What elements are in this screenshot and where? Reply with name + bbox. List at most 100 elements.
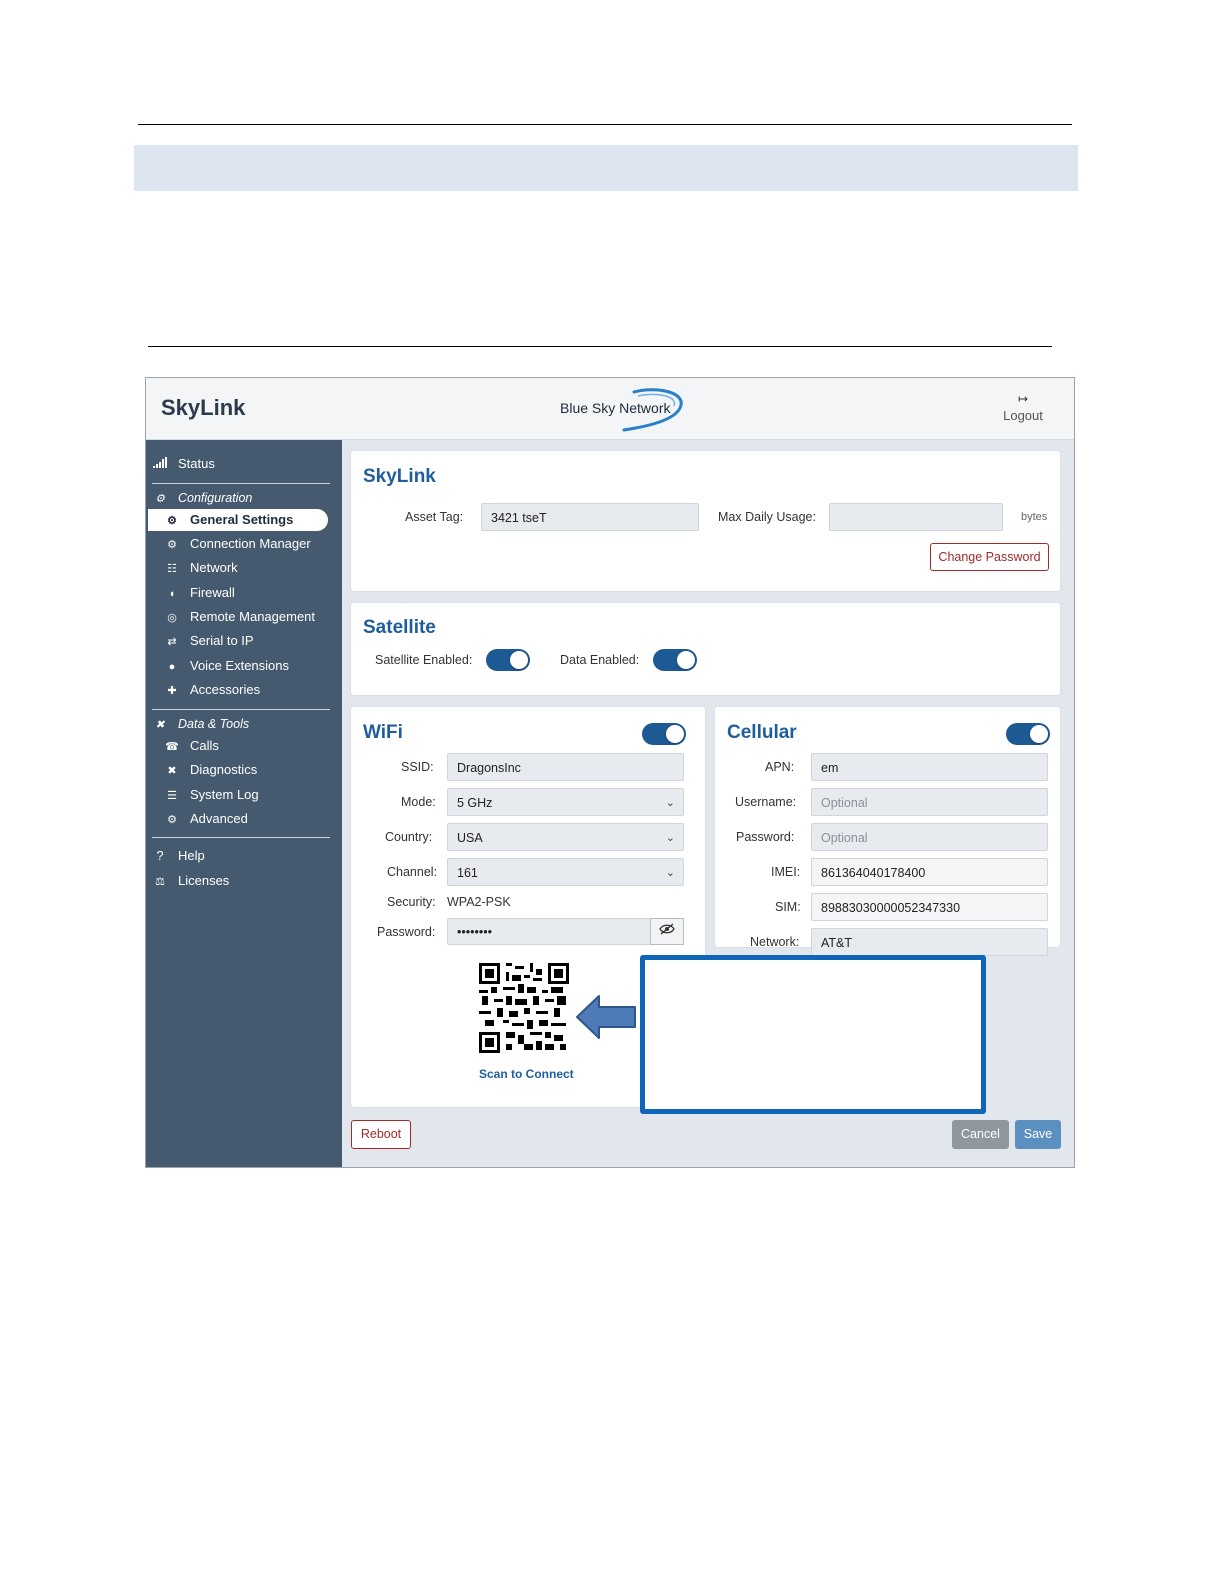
mode-value: 5 GHz (457, 796, 493, 810)
satellite-enabled-label: Satellite Enabled: (375, 653, 473, 667)
ssid-input[interactable]: DragonsInc (447, 753, 684, 781)
top-rule (138, 124, 1072, 125)
top-bar: SkyLink Blue Sky Network ↦ Logout (146, 378, 1074, 440)
qr-caption: Scan to Connect (479, 1067, 574, 1081)
country-select[interactable]: USA ⌄ (447, 823, 684, 851)
apn-label: APN: (765, 760, 795, 774)
sidebar-item-system-log[interactable]: ☰ System Log (164, 784, 259, 806)
card-title: Cellular (727, 722, 797, 743)
sidebar-item-firewall[interactable]: ◖ Firewall (164, 582, 235, 604)
security-value: WPA2-PSK (447, 895, 511, 909)
sidebar-label: Advanced (190, 811, 248, 826)
apn-input[interactable]: em (811, 753, 1048, 781)
sidebar-label: Calls (190, 738, 219, 753)
data-enabled-label: Data Enabled: (560, 653, 640, 667)
network-input[interactable]: AT&T (811, 928, 1048, 956)
save-button[interactable]: Save (1015, 1120, 1061, 1149)
scale-icon: ⚖ (155, 876, 165, 888)
mode-label: Mode: (401, 795, 436, 809)
sidebar-item-remote-management[interactable]: ◎ Remote Management (164, 606, 315, 628)
wifi-password-input[interactable]: •••••••• (447, 918, 651, 945)
sidebar-label: Serial to IP (190, 633, 254, 648)
cellular-enabled-toggle[interactable] (1006, 723, 1050, 745)
sidebar-label: Firewall (190, 585, 235, 600)
change-password-button[interactable]: Change Password (930, 543, 1049, 571)
username-input[interactable]: Optional (811, 788, 1048, 816)
sidebar-item-connection-manager[interactable]: ⚙ Connection Manager (164, 533, 311, 555)
sidebar: Status ⚙ Configuration ⚙ General Settings … (146, 440, 342, 1167)
username-label: Username: (735, 795, 797, 809)
sidebar-label: Network (190, 560, 238, 575)
globe-icon: ◎ (167, 612, 177, 624)
sidebar-item-calls[interactable]: ☎ Calls (164, 735, 219, 757)
sidebar-item-accessories[interactable]: ✚ Accessories (164, 679, 260, 701)
country-value: USA (457, 831, 483, 845)
asset-tag-input[interactable]: 3421 tseT (481, 503, 699, 531)
cellular-card: Cellular APN: em Username: Optional Pass… (715, 707, 1060, 956)
shield-icon: ◖ (168, 588, 176, 600)
country-label: Country: (385, 830, 433, 844)
satellite-enabled-toggle[interactable] (486, 649, 530, 671)
sidebar-divider (152, 483, 330, 484)
sidebar-item-licenses[interactable]: ⚖ Licenses (152, 870, 229, 892)
asset-tag-label: Asset Tag: (405, 510, 464, 524)
eye-slash-icon[interactable] (650, 918, 684, 945)
logout-button[interactable]: ↦ Logout (998, 392, 1048, 423)
chevron-down-icon: ⌄ (665, 832, 675, 844)
card-title: WiFi (363, 722, 403, 743)
ssid-label: SSID: (401, 760, 434, 774)
logout-icon: ↦ (1017, 392, 1029, 406)
channel-select[interactable]: 161 ⌄ (447, 858, 684, 886)
list-icon: ☰ (167, 790, 177, 802)
channel-value: 161 (457, 866, 478, 880)
logo-swoosh-icon (622, 388, 683, 432)
sidebar-item-advanced[interactable]: ⚙ Advanced (164, 808, 248, 830)
phone-icon: ☎ (165, 741, 179, 753)
sidebar-label: Help (178, 848, 205, 863)
gear-icon: ⚙ (167, 515, 177, 527)
wifi-enabled-toggle[interactable] (642, 723, 686, 745)
gears-icon: ⚙ (155, 493, 165, 505)
imei-input[interactable]: 861364040178400 (811, 858, 1048, 886)
cellular-password-input[interactable]: Optional (811, 823, 1048, 851)
sidebar-divider (152, 837, 330, 838)
network-icon: ☷ (167, 563, 177, 575)
card-title: Satellite (363, 617, 436, 638)
sidebar-label: General Settings (190, 512, 294, 527)
sidebar-label: System Log (190, 787, 259, 802)
sidebar-item-status[interactable]: Status (152, 453, 215, 475)
network-label: Network: (750, 935, 800, 949)
sim-input[interactable]: 89883030000052347330 (811, 893, 1048, 921)
sidebar-item-diagnostics[interactable]: ✖ Diagnostics (164, 759, 257, 781)
sidebar-item-general-settings[interactable]: ⚙ General Settings (148, 509, 328, 531)
max-daily-usage-input[interactable] (829, 503, 1003, 531)
sidebar-label: Accessories (190, 682, 261, 697)
arrows-icon: ⇄ (167, 636, 177, 648)
sidebar-item-help[interactable]: ? Help (152, 845, 205, 867)
gear-icon: ⚙ (167, 539, 177, 551)
mode-select[interactable]: 5 GHz ⌄ (447, 788, 684, 816)
satellite-card: Satellite Satellite Enabled: Data Enable… (351, 603, 1060, 695)
channel-label: Channel: (387, 865, 438, 879)
sidebar-label: Voice Extensions (190, 658, 290, 673)
wrench-icon: ✖ (167, 765, 177, 777)
max-daily-usage-label: Max Daily Usage: (718, 510, 816, 524)
sim-label: SIM: (775, 900, 801, 914)
reboot-button[interactable]: Reboot (351, 1120, 411, 1149)
section-rule (148, 346, 1052, 347)
brand-title: SkyLink (161, 395, 246, 420)
qr-code-icon (479, 963, 569, 1053)
sidebar-item-voice-extensions[interactable]: ● Voice Extensions (164, 655, 289, 677)
skylink-card: SkyLink Asset Tag: 3421 tseT Max Daily U… (351, 451, 1060, 591)
sidebar-label: Licenses (178, 873, 230, 888)
sidebar-label: Status (178, 456, 215, 471)
sidebar-item-network[interactable]: ☷ Network (164, 557, 238, 579)
chevron-down-icon: ⌄ (665, 867, 675, 879)
cancel-button[interactable]: Cancel (952, 1120, 1009, 1149)
skylink-screenshot: SkyLink Blue Sky Network ↦ Logout Status… (145, 377, 1075, 1168)
sidebar-item-serial-to-ip[interactable]: ⇄ Serial to IP (164, 630, 254, 652)
data-enabled-toggle[interactable] (653, 649, 697, 671)
sidebar-section-label: Data & Tools (178, 717, 250, 731)
tools-icon: ✖ (155, 719, 165, 731)
sidebar-section-configuration: ⚙ Configuration (152, 487, 252, 509)
